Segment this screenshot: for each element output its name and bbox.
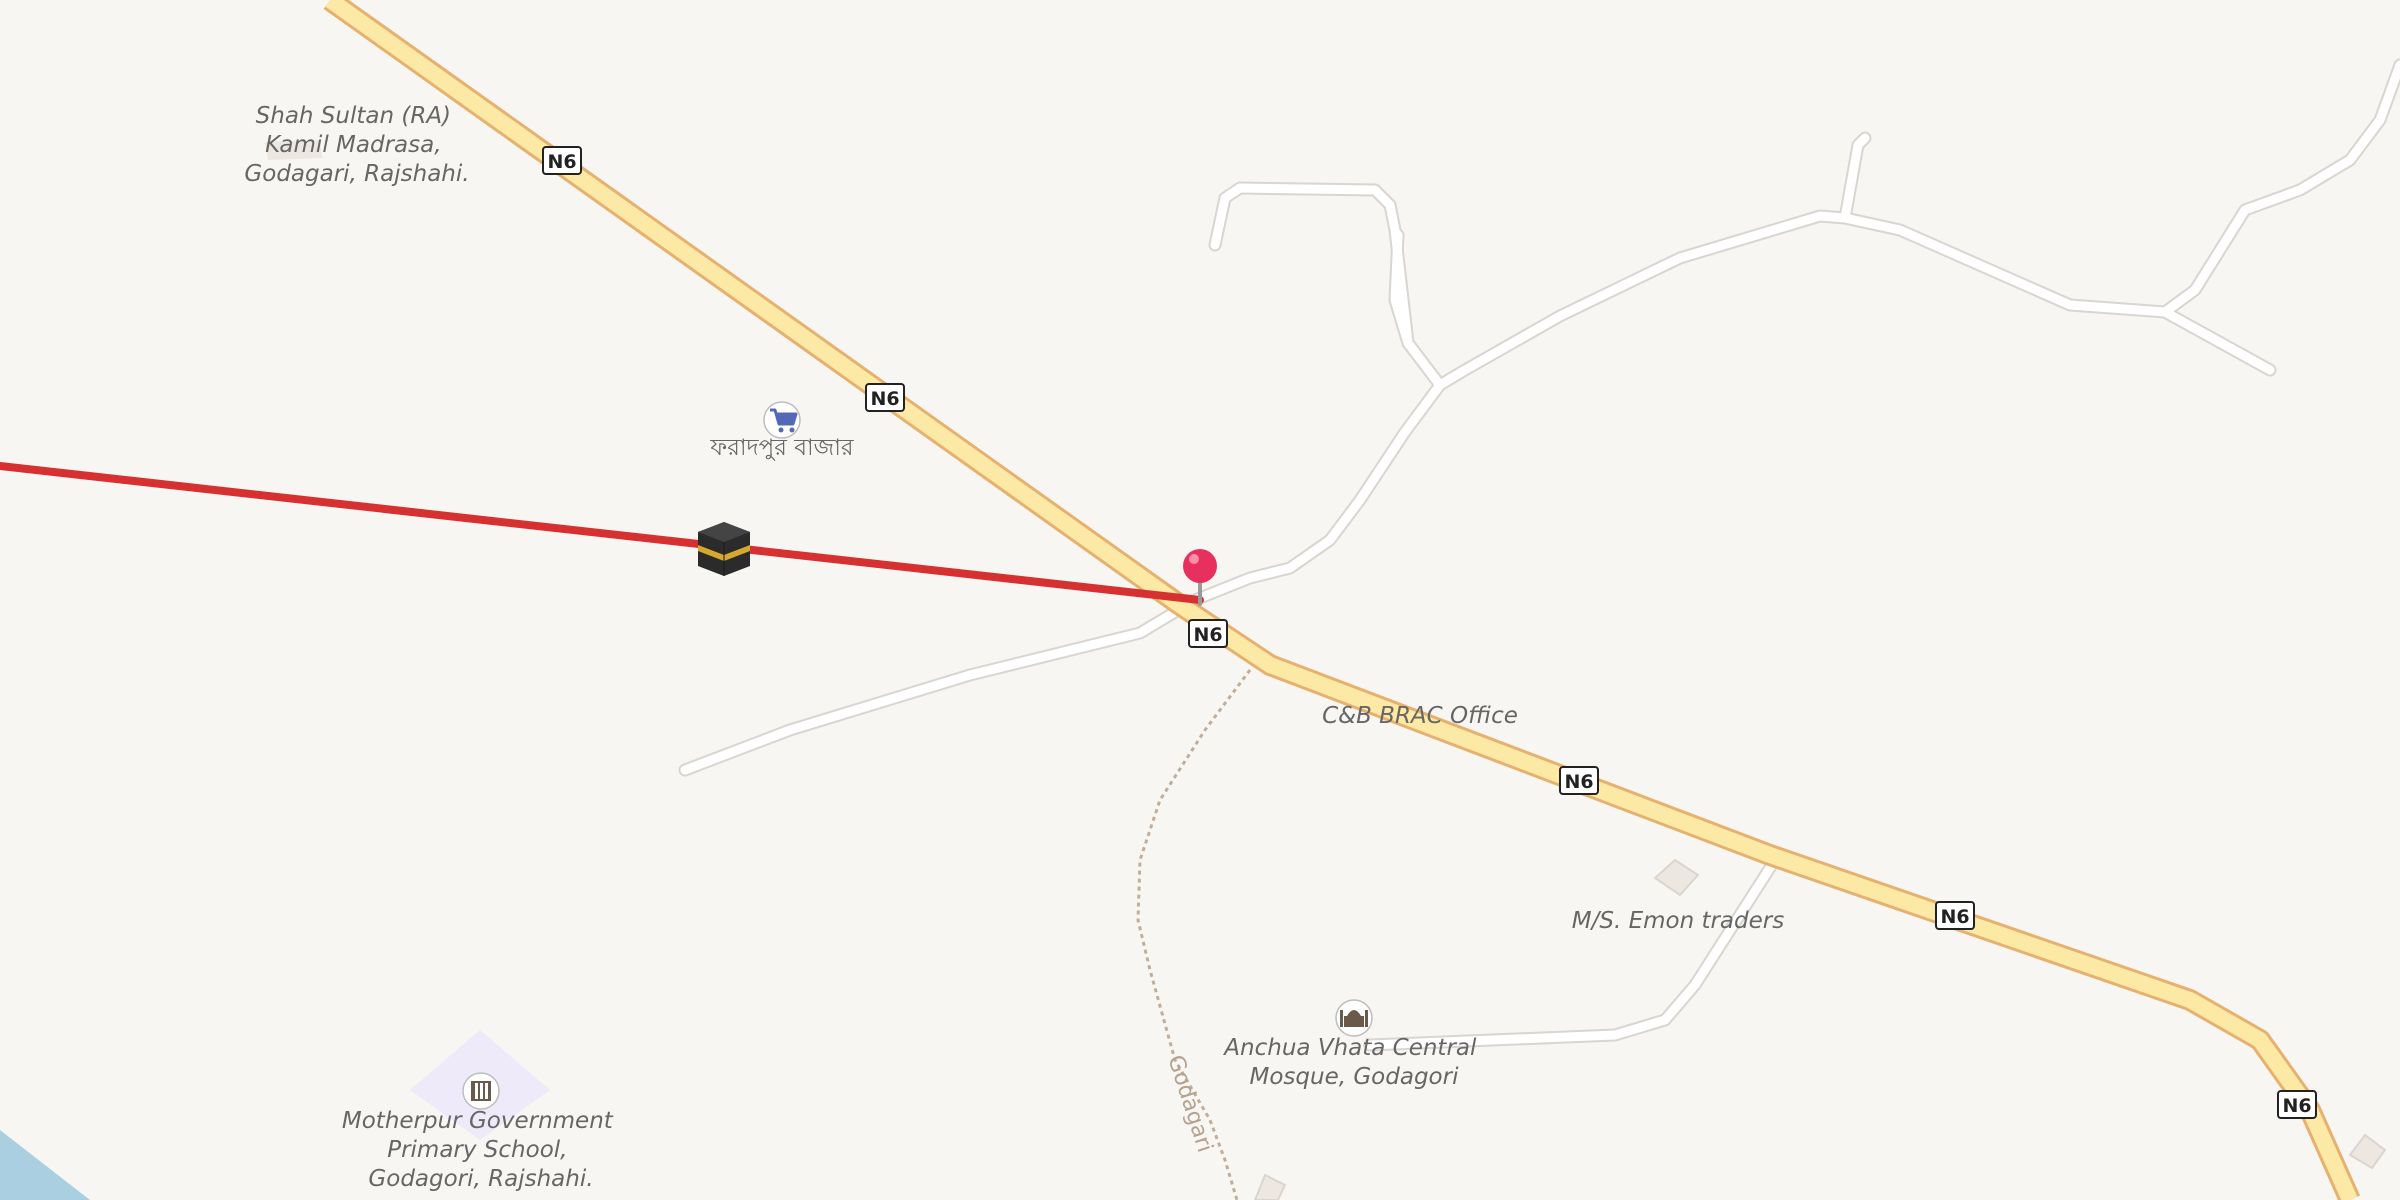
road-shield: N6 [542, 146, 582, 175]
madrasa-label: Shah Sultan (RA) Kamil Madrasa, Godagari… [244, 103, 469, 187]
map-canvas[interactable]: N6 N6 N6 N6 N6 N6 Godagari Shah Sultan (… [0, 0, 2400, 1200]
road-shield: N6 [1188, 619, 1228, 648]
road-shield: N6 [2277, 1090, 2317, 1119]
bazar-label: ফরাদপুর বাজার [709, 435, 854, 461]
svg-text:N6: N6 [2282, 1095, 2311, 1117]
svg-text:N6: N6 [870, 388, 899, 410]
road-shield: N6 [1559, 766, 1599, 795]
road-shield: N6 [865, 383, 905, 412]
svg-text:N6: N6 [547, 151, 576, 173]
svg-text:N6: N6 [1564, 771, 1593, 793]
shopping-cart-icon[interactable] [763, 401, 801, 439]
road-shield: N6 [1935, 901, 1975, 930]
brac-office-label: C&B BRAC Office [1322, 703, 1518, 729]
school-icon[interactable] [462, 1072, 500, 1110]
emon-traders-label: M/S. Emon traders [1572, 908, 1784, 934]
svg-text:N6: N6 [1940, 906, 1969, 928]
kaaba-icon[interactable] [698, 522, 750, 576]
mosque-icon[interactable] [1335, 999, 1373, 1037]
svg-text:N6: N6 [1193, 624, 1222, 646]
